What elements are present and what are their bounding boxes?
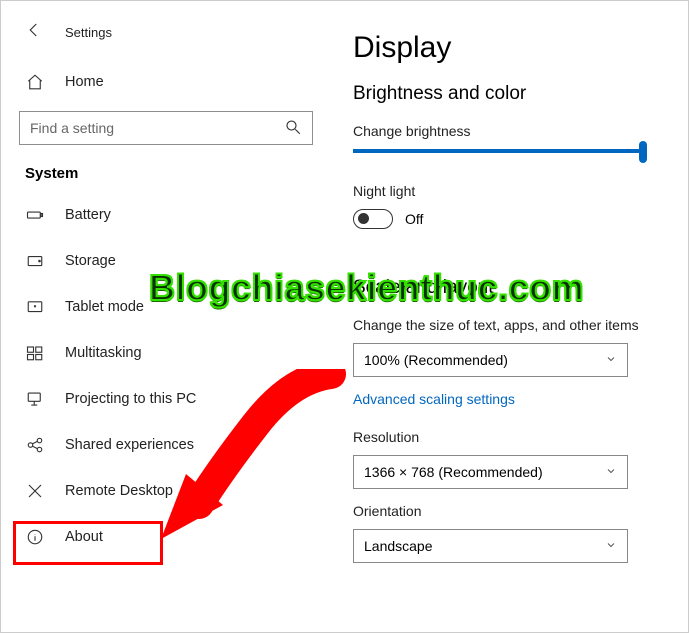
home-label: Home — [65, 74, 104, 90]
search-input[interactable] — [30, 120, 284, 136]
sidebar-nav-list: Battery Storage Tablet mode Multitasking — [1, 192, 331, 560]
header-row: Settings — [1, 15, 331, 49]
night-light-toggle-row: Off — [353, 209, 664, 229]
sidebar-item-label: Storage — [65, 253, 116, 269]
advanced-scaling-link[interactable]: Advanced scaling settings — [353, 391, 515, 407]
sidebar-item-storage[interactable]: Storage — [1, 238, 331, 284]
settings-title: Settings — [65, 25, 112, 40]
sidebar-item-label: Multitasking — [65, 345, 142, 361]
shared-icon — [25, 436, 45, 454]
sidebar-item-battery[interactable]: Battery — [1, 192, 331, 238]
chevron-down-icon — [605, 539, 617, 554]
sidebar-item-tablet-mode[interactable]: Tablet mode — [1, 284, 331, 330]
storage-icon — [25, 252, 45, 270]
sidebar-item-projecting[interactable]: Projecting to this PC — [1, 376, 331, 422]
orientation-dropdown[interactable]: Landscape — [353, 529, 628, 563]
sidebar-item-remote-desktop[interactable]: Remote Desktop — [1, 468, 331, 514]
multitasking-icon — [25, 344, 45, 362]
home-icon — [25, 73, 45, 91]
toggle-knob-icon — [358, 213, 369, 224]
page-title: Display — [353, 31, 664, 65]
back-icon[interactable] — [25, 21, 43, 44]
sidebar-item-home[interactable]: Home — [1, 59, 331, 105]
resolution-dropdown[interactable]: 1366 × 768 (Recommended) — [353, 455, 628, 489]
night-light-toggle[interactable] — [353, 209, 393, 229]
sidebar-item-label: About — [65, 529, 103, 545]
resolution-label: Resolution — [353, 429, 664, 445]
sidebar-item-label: Shared experiences — [65, 437, 194, 453]
scale-label: Change the size of text, apps, and other… — [353, 317, 664, 333]
sidebar-item-label: Projecting to this PC — [65, 391, 196, 407]
orientation-label: Orientation — [353, 503, 664, 519]
scale-value: 100% (Recommended) — [364, 352, 508, 368]
search-icon — [284, 118, 302, 139]
scale-heading: Scale and layout — [353, 277, 664, 299]
scale-dropdown[interactable]: 100% (Recommended) — [353, 343, 628, 377]
remote-desktop-icon — [25, 482, 45, 500]
brightness-slider[interactable] — [353, 149, 643, 153]
sidebar-item-label: Remote Desktop — [65, 483, 173, 499]
brightness-heading: Brightness and color — [353, 83, 664, 105]
chevron-down-icon — [605, 353, 617, 368]
battery-icon — [25, 206, 45, 224]
sidebar-item-about[interactable]: About — [1, 514, 331, 560]
main-content: Display Brightness and color Change brig… — [331, 1, 688, 632]
projecting-icon — [25, 390, 45, 408]
sidebar-section-title: System — [1, 145, 331, 192]
tablet-icon — [25, 298, 45, 316]
search-box[interactable] — [19, 111, 313, 145]
sidebar-item-label: Battery — [65, 207, 111, 223]
orientation-value: Landscape — [364, 538, 433, 554]
night-light-value: Off — [405, 211, 423, 227]
change-brightness-label: Change brightness — [353, 123, 664, 139]
sidebar-item-shared-experiences[interactable]: Shared experiences — [1, 422, 331, 468]
settings-window: Settings Home System Battery — [0, 0, 689, 633]
sidebar-item-multitasking[interactable]: Multitasking — [1, 330, 331, 376]
info-icon — [25, 528, 45, 546]
sidebar-item-label: Tablet mode — [65, 299, 144, 315]
sidebar: Settings Home System Battery — [1, 1, 331, 632]
search-wrap — [1, 105, 331, 145]
chevron-down-icon — [605, 465, 617, 480]
slider-thumb-icon[interactable] — [639, 141, 647, 163]
night-light-label: Night light — [353, 183, 664, 199]
resolution-value: 1366 × 768 (Recommended) — [364, 464, 543, 480]
